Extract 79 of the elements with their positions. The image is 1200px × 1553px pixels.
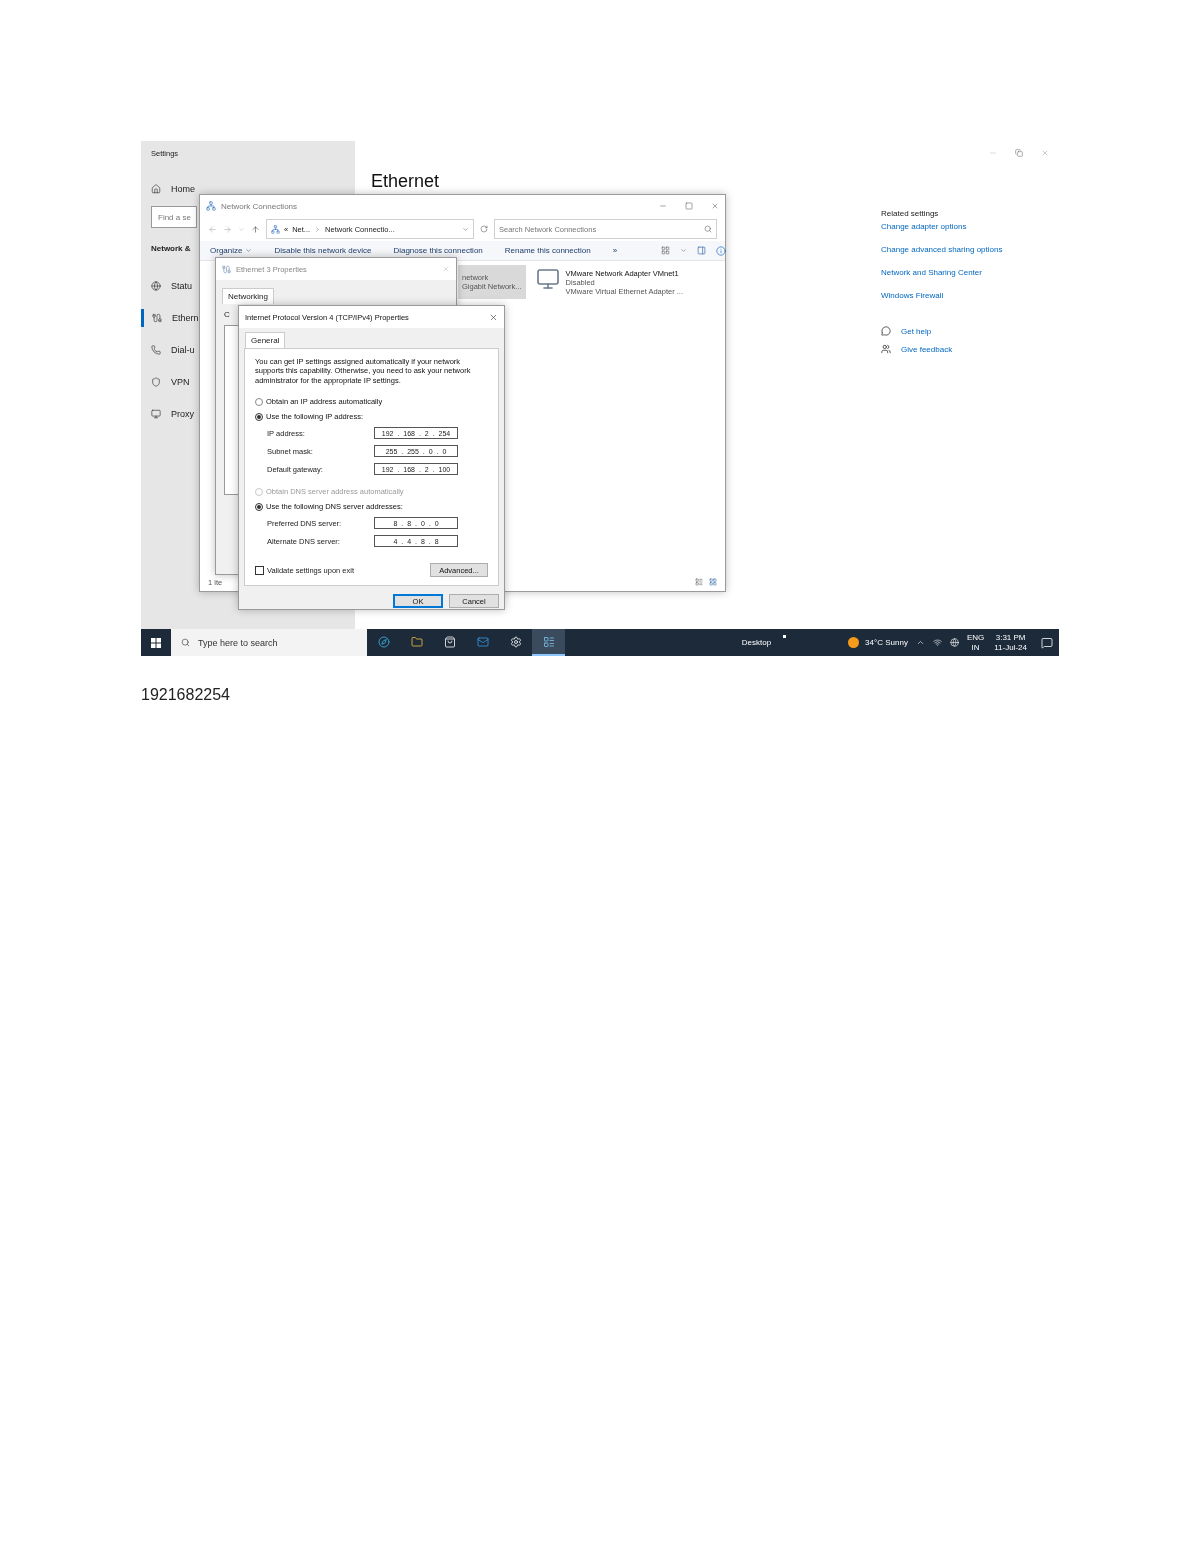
nav-item[interactable]: Statu bbox=[141, 277, 192, 295]
settings-link[interactable]: Change adapter options bbox=[881, 222, 1059, 231]
page-heading: Ethernet bbox=[371, 171, 441, 192]
forward-icon[interactable] bbox=[223, 224, 232, 234]
people-icon bbox=[881, 344, 891, 354]
compass-icon bbox=[377, 635, 390, 648]
settings-link[interactable]: Change advanced sharing options bbox=[881, 245, 1059, 254]
phone-icon bbox=[151, 345, 161, 355]
settings-link[interactable]: Network and Sharing Center bbox=[881, 268, 1059, 277]
sun-icon bbox=[848, 637, 860, 648]
network-icon bbox=[271, 224, 280, 234]
chevron-down-icon[interactable] bbox=[680, 247, 688, 254]
tab[interactable]: Networking bbox=[222, 288, 274, 304]
radio-button[interactable] bbox=[255, 412, 263, 421]
maximize-icon[interactable] bbox=[685, 202, 693, 210]
back-icon[interactable] bbox=[208, 224, 217, 234]
chevron-down-icon bbox=[245, 247, 253, 254]
command-button[interactable]: Rename this connection bbox=[504, 246, 591, 255]
language-indicator[interactable]: ENG IN bbox=[966, 633, 985, 652]
shield-icon bbox=[151, 377, 161, 387]
view-icon[interactable] bbox=[661, 246, 671, 255]
close-icon[interactable] bbox=[489, 312, 498, 322]
tiles-view-icon[interactable] bbox=[709, 578, 717, 586]
tab[interactable]: General bbox=[245, 332, 286, 348]
info-icon[interactable] bbox=[716, 245, 727, 256]
bag-icon bbox=[443, 635, 456, 648]
related-settings-title: Related settings bbox=[881, 209, 940, 218]
chat-icon bbox=[881, 326, 891, 336]
computer-icon bbox=[535, 267, 560, 291]
desktop-label: Desktop bbox=[741, 637, 772, 648]
search-field[interactable]: Type here to search bbox=[171, 629, 367, 656]
radio-button[interactable] bbox=[255, 397, 263, 406]
chevron-right-icon bbox=[314, 225, 322, 233]
details-view-icon[interactable] bbox=[695, 578, 703, 586]
gear-icon bbox=[509, 635, 522, 648]
help-link[interactable]: Give feedback bbox=[901, 344, 953, 354]
home-link[interactable]: Home bbox=[171, 184, 195, 194]
up-icon[interactable] bbox=[251, 224, 260, 234]
taskbar-app[interactable] bbox=[532, 629, 565, 656]
restore-icon[interactable] bbox=[1015, 149, 1023, 157]
document-text: 1921682254 bbox=[141, 686, 231, 704]
command-button[interactable]: Diagnose this connection bbox=[393, 246, 483, 255]
close-icon[interactable] bbox=[1041, 149, 1049, 157]
nav-item[interactable]: VPN bbox=[141, 373, 190, 391]
checkbox[interactable] bbox=[255, 565, 264, 575]
weather-text: 34°C Sunny bbox=[865, 637, 908, 648]
monitor-icon bbox=[151, 409, 161, 419]
refresh-icon[interactable] bbox=[480, 225, 488, 233]
notification-icon[interactable] bbox=[1041, 636, 1053, 649]
folder-icon bbox=[410, 635, 423, 648]
radio-button[interactable] bbox=[255, 502, 263, 511]
window-title: Network Connections bbox=[221, 201, 298, 211]
mail-icon bbox=[476, 635, 489, 648]
cable-icon bbox=[152, 313, 162, 323]
panel-icon bbox=[542, 635, 555, 648]
more-button[interactable]: » bbox=[612, 246, 618, 255]
search-icon bbox=[181, 638, 190, 647]
grid-icon bbox=[151, 637, 161, 648]
search-field[interactable]: Find a se bbox=[151, 206, 197, 228]
globe-icon bbox=[151, 281, 161, 291]
nav-item[interactable]: Dial-u bbox=[141, 341, 195, 359]
search-icon bbox=[704, 225, 712, 233]
command-button[interactable]: Disable this network device bbox=[274, 246, 372, 255]
nav-item[interactable]: Proxy bbox=[141, 405, 194, 423]
cable-icon bbox=[222, 264, 231, 274]
network-icon[interactable] bbox=[932, 638, 942, 647]
close-icon[interactable] bbox=[711, 202, 719, 210]
home-icon bbox=[151, 184, 161, 194]
chevron-up-icon[interactable] bbox=[915, 638, 925, 647]
command-button[interactable]: Organize bbox=[210, 246, 253, 255]
globe-icon[interactable] bbox=[949, 638, 959, 647]
clock[interactable]: 3:31 PM 11-Jul-24 bbox=[994, 633, 1027, 652]
help-link[interactable]: Get help bbox=[901, 326, 932, 336]
section-title: Network & bbox=[151, 244, 191, 253]
pane-icon[interactable] bbox=[697, 246, 707, 255]
network-icon bbox=[206, 201, 216, 211]
label-fragment: C bbox=[224, 310, 230, 319]
settings-link[interactable]: Windows Firewall bbox=[881, 291, 1059, 300]
chevron-down-icon[interactable] bbox=[462, 225, 469, 233]
